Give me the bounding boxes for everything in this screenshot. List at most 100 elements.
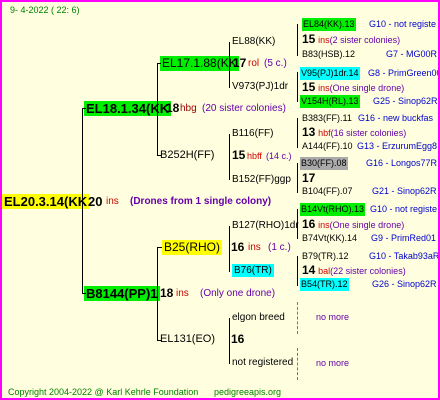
connector-gen1-father-bottom — [157, 340, 161, 341]
gen4-18-right: G26 - Sinop62R — [372, 279, 437, 289]
gen1-mother-year: 18 — [166, 101, 180, 115]
gen3-ffm-id[interactable]: elgon breed — [232, 311, 285, 324]
connector-gen1-father — [157, 247, 158, 340]
gen1-father-id[interactable]: B8144(PP)1 — [84, 286, 160, 301]
gen4-4-id[interactable]: V95(PJ)1dr.14 — [300, 67, 360, 80]
connector-gen2-4 — [229, 318, 230, 364]
gen2-mf-id[interactable]: B252H(FF) — [160, 149, 214, 162]
gen4-15-id[interactable]: B74Vt(KK).14 — [302, 232, 357, 245]
gen4-14-note: (One single drone) — [329, 220, 405, 230]
gen3-mmm-id[interactable]: EL88(KK) — [232, 35, 275, 48]
gen4-5-note: (One single drone) — [329, 83, 405, 93]
gen3-mmf-id[interactable]: V973(PJ)1dr — [232, 80, 288, 93]
gen4-5-suffix: ins — [318, 83, 330, 93]
gen4-8-suffix: hbf — [318, 128, 331, 138]
connector-root — [82, 108, 83, 294]
gen4-11-year: 17 — [302, 171, 316, 185]
gen4-6-id[interactable]: V154H(RL).13 — [300, 95, 360, 108]
date-header: 9- 4-2022 ( 22: 6) — [10, 5, 80, 15]
gen4-13-right: G10 - not registe — [370, 204, 438, 214]
gen2-ff-year: 16 — [231, 332, 245, 346]
root-year: 20 — [88, 194, 103, 209]
connector-gen3-7 — [297, 302, 299, 334]
gen3-fmm-id[interactable]: B127(RHO)1dr — [232, 219, 299, 232]
connector-gen3-5 — [297, 209, 298, 239]
gen1-father-suffix: ins — [176, 288, 189, 299]
gen4-17-suffix: bal — [318, 266, 331, 276]
gen3-fff-id[interactable]: not registered — [232, 356, 293, 369]
connector-gen3-6 — [297, 256, 298, 286]
gen2-mf-year: 15 — [232, 148, 246, 162]
root-queen-id[interactable]: EL20.3.14(KK — [2, 194, 90, 209]
connector-gen2-1 — [229, 42, 230, 88]
root-suffix: ins — [106, 196, 119, 207]
connector-gen1-mother-bottom — [157, 155, 161, 156]
connector-gen3-2 — [297, 72, 298, 102]
gen4-17-year: 14 — [302, 263, 316, 277]
gen4-8-year: 13 — [302, 125, 316, 139]
gen2-mm-suffix: rol — [248, 58, 260, 69]
gen2-mf-note: (14 c.) — [266, 151, 292, 161]
gen4-16-right: G10 - Takab93aR — [369, 251, 440, 261]
gen2-mm-note: (5 c.) — [264, 58, 287, 69]
gen2-fm-suffix: ins — [248, 242, 261, 253]
gen1-father-year: 18 — [160, 286, 174, 300]
connector-gen1-father-top — [157, 247, 162, 248]
gen4-2-note: (2 sister colonies) — [329, 35, 401, 45]
gen4-9-id[interactable]: A144(FF).10 — [302, 140, 353, 153]
connector-root-bottom — [82, 293, 86, 294]
gen4-12-right: G21 - Sinop62R — [372, 186, 437, 196]
gen4-10-id[interactable]: B30(FF).08 — [300, 157, 348, 170]
connector-root-top — [82, 108, 86, 109]
gen4-5-year: 15 — [302, 80, 316, 94]
gen4-12-id[interactable]: B104(FF).07 — [302, 185, 353, 198]
gen4-6-right: G25 - Sinop62R — [373, 96, 438, 106]
gen2-fm-id[interactable]: B25(RHO) — [162, 240, 223, 255]
gen1-mother-id[interactable]: EL18.1.34(KK — [84, 101, 172, 116]
gen4-3-id[interactable]: B83(HSB).12 — [302, 48, 355, 61]
gen3-fmf-id[interactable]: B76(TR) — [232, 264, 274, 277]
gen4-7-right: G16 - new buckfas — [358, 113, 434, 123]
gen2-mm-year: 17 — [233, 56, 247, 70]
gen2-mm-id[interactable]: EL17.1.88(KK — [160, 56, 239, 71]
connector-gen2-3 — [229, 226, 230, 272]
connector-gen1-mother — [157, 63, 158, 156]
gen4-20-nomore: no more — [316, 358, 350, 368]
pedigree-frame: 9- 4-2022 ( 22: 6) EL20.3.14(KK 20 ins (… — [0, 0, 440, 400]
gen4-2-year: 15 — [302, 32, 316, 46]
root-note: (Drones from 1 single colony) — [130, 196, 272, 207]
gen4-1-right: G10 - not registe — [369, 19, 437, 29]
connector-gen1-mother-top — [157, 63, 161, 64]
gen2-mf-suffix: hbff — [247, 151, 262, 161]
connector-gen2-2 — [229, 134, 230, 180]
connector-gen3-8 — [297, 348, 299, 380]
gen3-mff-id[interactable]: B152(FF)ggp — [232, 173, 291, 186]
gen4-19-nomore: no more — [316, 312, 350, 322]
gen4-4-right: G8 - PrimGreen00 — [368, 68, 440, 78]
gen4-17-note: (22 sister colonies) — [330, 266, 406, 276]
gen2-fm-note: (1 c.) — [268, 242, 291, 253]
gen4-1-id[interactable]: EL84(KK).13 — [302, 18, 356, 31]
gen1-father-note: (Only one drone) — [200, 288, 276, 299]
gen4-18-id[interactable]: B54(TR).12 — [300, 278, 349, 291]
gen1-mother-note: (20 sister colonies) — [202, 103, 286, 114]
gen4-14-year: 16 — [302, 217, 316, 231]
gen4-8-note: (16 sister colonies) — [330, 128, 407, 138]
gen4-10-right: G16 - Longos77R — [366, 158, 438, 168]
gen1-mother-suffix: hbg — [180, 103, 197, 114]
connector-gen3-4 — [297, 163, 298, 193]
connector-gen3-3 — [297, 118, 298, 148]
gen4-9-right: G13 - ErzurumEgg8 — [357, 141, 438, 151]
connector-gen3-1 — [297, 24, 298, 56]
gen4-7-id[interactable]: B383(FF).11 — [302, 112, 352, 125]
site-link[interactable]: pedigreeapis.org — [214, 386, 281, 398]
gen4-13-id[interactable]: B14Vt(RHO).13 — [300, 203, 366, 216]
gen2-ff-id[interactable]: EL131(EO) — [160, 333, 215, 346]
gen4-16-id[interactable]: B79(TR).12 — [302, 250, 349, 263]
gen4-2-suffix: ins — [318, 35, 330, 45]
gen4-3-right: G7 - MG00R — [386, 49, 438, 59]
gen3-mfm-id[interactable]: B116(FF) — [232, 127, 274, 140]
copyright: Copyright 2004-2022 @ Karl Kehrle Founda… — [8, 387, 199, 397]
gen4-15-right: G9 - PrimRed01 — [371, 233, 437, 243]
gen4-14-suffix: ins — [318, 220, 330, 230]
